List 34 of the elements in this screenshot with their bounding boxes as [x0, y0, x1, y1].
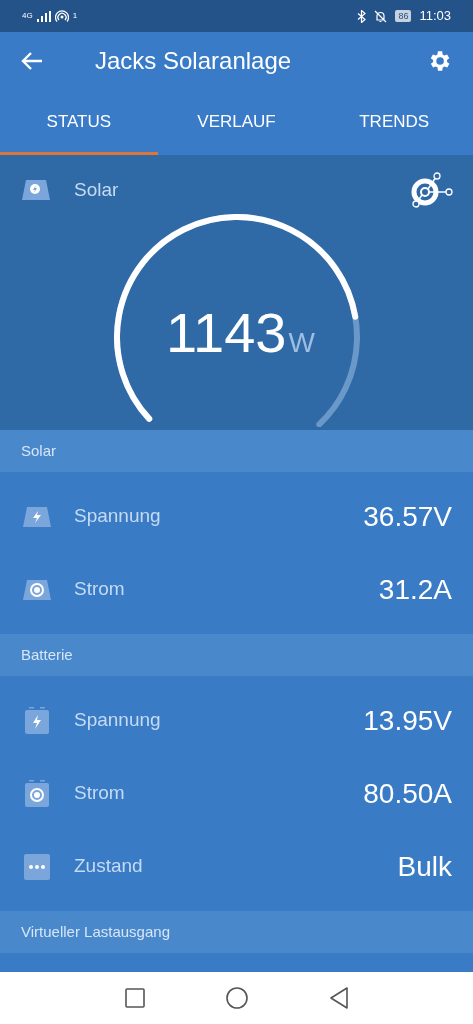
clock: 11:03	[419, 7, 451, 26]
row-label: Zustand	[74, 854, 144, 879]
power-value: 1143	[166, 303, 287, 363]
row-value: Bulk	[397, 849, 452, 884]
recents-button[interactable]	[122, 986, 147, 1010]
network-type: 4G	[22, 10, 33, 22]
power-unit: W	[288, 326, 315, 360]
solar-panel-current-icon	[21, 577, 53, 602]
gauge-label: Solar	[74, 177, 120, 202]
solar-panel-bolt-icon	[20, 178, 52, 202]
network-nodes-icon	[409, 172, 453, 208]
tab[interactable]: VERLAUF	[157, 90, 316, 155]
hotspot-icon	[54, 10, 69, 22]
section-title: Batterie	[21, 644, 73, 665]
row-value: 31.2A	[378, 572, 452, 607]
row-label: Spannung	[74, 504, 162, 529]
bell-muted-icon	[374, 9, 388, 23]
section-title: Solar	[21, 440, 57, 461]
solar-panel-bolt-icon	[21, 504, 53, 529]
section-title: Virtueller Lastausgang	[21, 921, 170, 942]
row-label: Strom	[74, 781, 126, 806]
row-label: Strom	[74, 577, 126, 602]
home-button[interactable]	[224, 986, 249, 1010]
signal-icon	[36, 10, 51, 22]
app-title: Jacks Solaranlage	[95, 46, 293, 76]
row-value: 13.95V	[363, 703, 452, 738]
battery-level: 86	[395, 10, 412, 22]
row-label: Spannung	[74, 708, 162, 733]
row-value: 80.50A	[363, 776, 452, 811]
bluetooth-icon	[357, 9, 367, 23]
tab[interactable]: TRENDS	[315, 90, 473, 155]
more-dots-icon	[21, 852, 53, 881]
hotspot-count: 1	[72, 10, 78, 22]
row-value: 36.57V	[363, 499, 452, 534]
